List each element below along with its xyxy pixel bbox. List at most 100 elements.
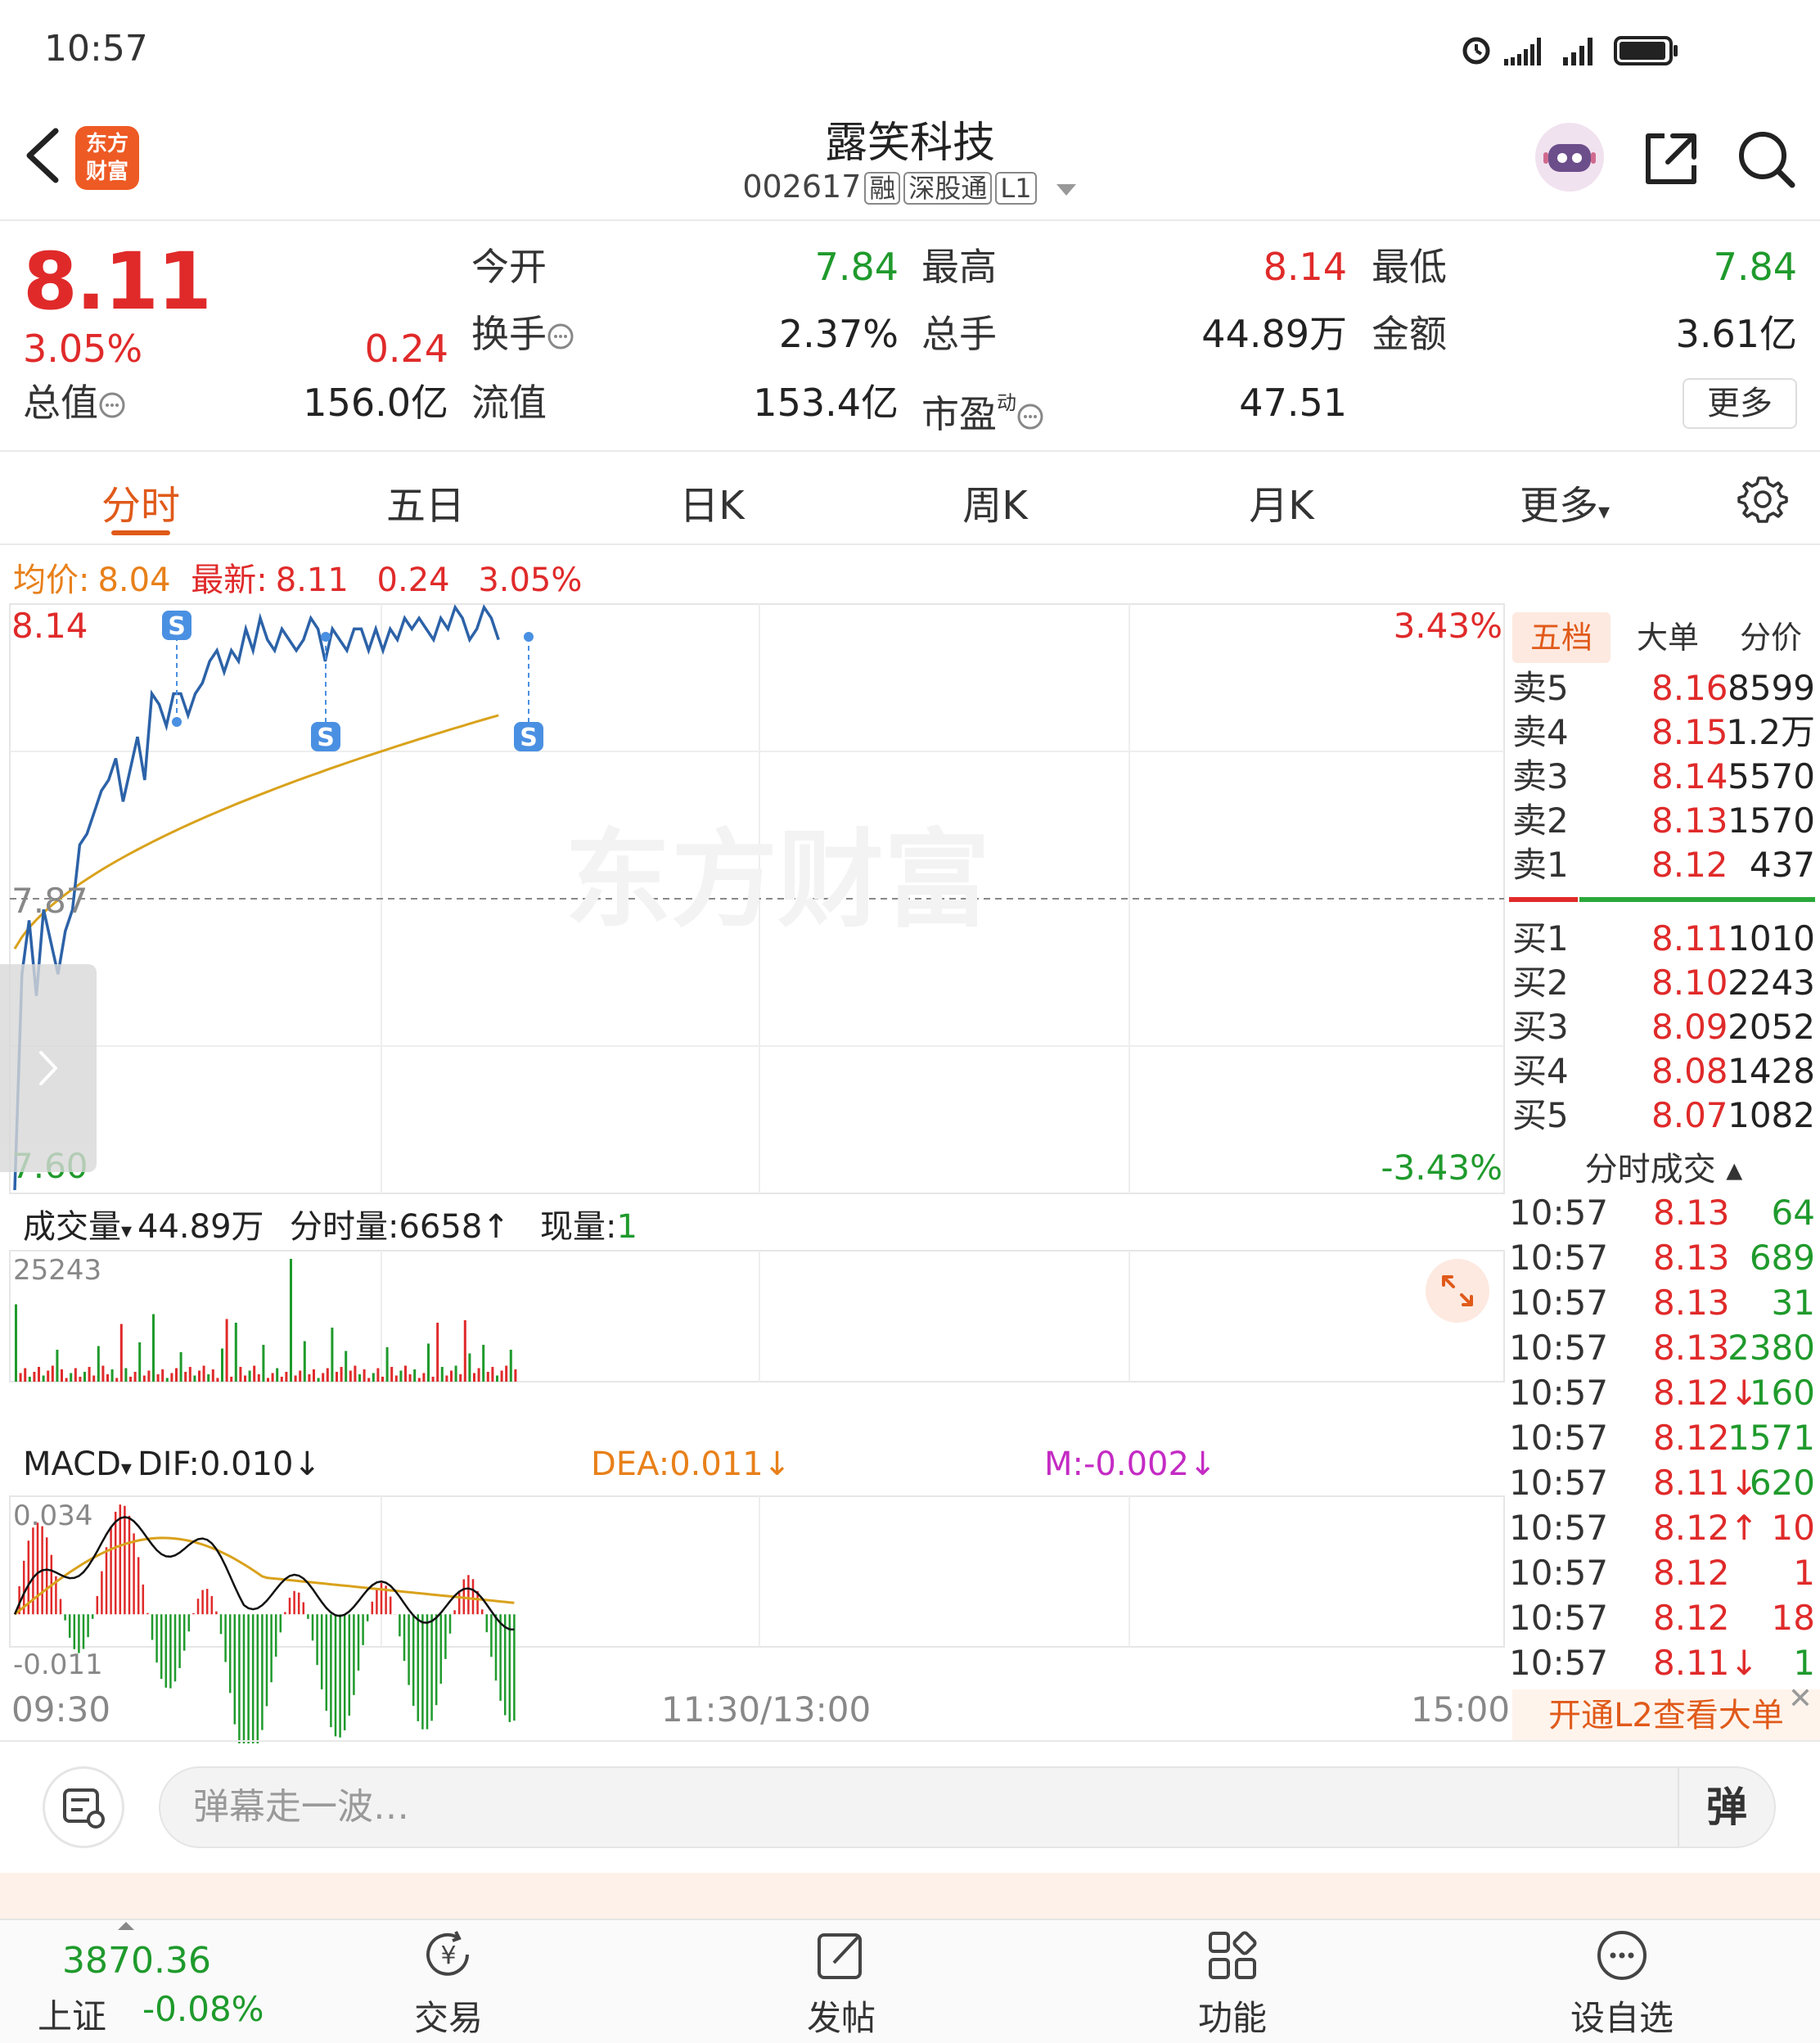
tab-month-k[interactable]: 月K [1200, 473, 1363, 530]
volume-bar [509, 1350, 512, 1382]
level-label: 卖2 [1512, 801, 1569, 841]
volume-bar [404, 1365, 407, 1382]
volume-bar [152, 1314, 155, 1382]
fullscreen-expand-icon[interactable] [1426, 1259, 1489, 1323]
side-expand-handle[interactable] [0, 964, 97, 1172]
bid-level[interactable]: 买3 8.09 2052 [1512, 1005, 1815, 1049]
chevron-up-icon[interactable] [116, 1920, 136, 1932]
l2-upgrade-link[interactable]: 开通L2查看大单 [1512, 1689, 1820, 1742]
volume-bar [390, 1367, 394, 1382]
pct-axis-low: -3.43% [1381, 1148, 1502, 1188]
trade-icon: ¥ [426, 1931, 469, 1976]
level-label: 卖5 [1512, 668, 1569, 708]
volume-bar [110, 1369, 114, 1382]
danmaku-send-button[interactable]: 弹 [1678, 1768, 1774, 1847]
close-icon[interactable]: ✕ [1784, 1683, 1817, 1716]
market-cap-label[interactable]: 总值 [23, 380, 126, 426]
market-cap: 156.0亿 [303, 381, 448, 425]
danmaku-list-icon[interactable] [43, 1766, 124, 1848]
tab-day-k[interactable]: 日K [630, 473, 794, 530]
tab-five-day[interactable]: 五日 [344, 473, 507, 530]
search-icon[interactable] [1735, 128, 1797, 190]
ask-level[interactable]: 卖4 8.15 1.2万 [1512, 710, 1815, 755]
index-change: -0.08% [142, 1989, 264, 2029]
divider [0, 543, 1820, 545]
nav-post[interactable]: 发帖 [759, 1925, 923, 2040]
volume-bar [156, 1374, 160, 1382]
level-volume: 1.2万 [1726, 712, 1815, 752]
ask-level[interactable]: 卖2 8.13 1570 [1512, 799, 1815, 843]
bid-level[interactable]: 买2 8.10 2243 [1512, 961, 1815, 1005]
level-label: 买1 [1512, 918, 1569, 958]
tick-price: 8.13 [1653, 1328, 1730, 1368]
tag-connect: 深股通 [903, 172, 993, 205]
intraday-chart[interactable]: 东方财富 S S S [0, 598, 1506, 1743]
dropdown-icon[interactable] [1055, 181, 1078, 197]
alarm-icon [1462, 37, 1490, 65]
nav-functions[interactable]: 功能 [1151, 1925, 1314, 2040]
nav-trade[interactable]: ¥ 交易 [367, 1925, 530, 2040]
tick-time: 10:57 [1509, 1238, 1609, 1278]
tick-volume: 620 [1749, 1463, 1815, 1503]
ask-level[interactable]: 卖3 8.14 5570 [1512, 755, 1815, 799]
volume-bar [119, 1324, 123, 1382]
volume-bar [42, 1375, 45, 1382]
volume-bar [322, 1373, 325, 1382]
bid-level[interactable]: 买4 8.08 1428 [1512, 1049, 1815, 1094]
dif-value: DIF:0.010↓ [137, 1445, 322, 1483]
amount-value: 3.61亿 [1675, 312, 1797, 356]
dea-value: DEA:0.011↓ [591, 1445, 791, 1483]
pe-label[interactable]: 市盈动 [921, 380, 1044, 437]
level-volume: 2243 [1728, 963, 1815, 1003]
volume-bar [450, 1370, 453, 1382]
share-icon[interactable] [1640, 128, 1702, 190]
volume-bar [408, 1374, 412, 1382]
tab-big-orders[interactable]: 大单 [1619, 612, 1717, 663]
volume-bar [477, 1368, 480, 1382]
volume-indicator-select[interactable]: 成交量▾ [23, 1200, 132, 1247]
ask-level[interactable]: 卖1 8.12 437 [1512, 843, 1815, 887]
ask-level[interactable]: 卖5 8.16 8599 [1512, 666, 1815, 710]
tick-price: 8.11↓ [1653, 1463, 1759, 1503]
volume-bar [202, 1365, 205, 1382]
volume-bar [230, 1377, 233, 1382]
level-volume: 437 [1749, 845, 1815, 885]
turnover-label[interactable]: 换手 [471, 311, 574, 357]
pe-value: 47.51 [1239, 381, 1347, 425]
level-volume: 1570 [1728, 801, 1815, 841]
more-dots-icon [1597, 1931, 1647, 1980]
tab-price-dist[interactable]: 分价 [1722, 612, 1820, 663]
price-info-line: 均价: 8.04 最新: 8.11 0.24 3.05% [13, 561, 583, 599]
tick-price: 8.11↓ [1653, 1643, 1759, 1683]
volume-bar [65, 1378, 68, 1382]
tab-week-k[interactable]: 周K [913, 473, 1077, 530]
nav-add-watchlist[interactable]: 设自选 [1540, 1925, 1704, 2040]
tick-time: 10:57 [1509, 1373, 1609, 1413]
tab-more[interactable]: 更多▾ [1483, 473, 1647, 530]
bid-level[interactable]: 买1 8.11 1010 [1512, 917, 1815, 961]
volume-bar [440, 1367, 444, 1382]
marker-dot [524, 632, 534, 642]
level-volume: 1082 [1728, 1095, 1815, 1135]
volume-bar [248, 1370, 251, 1382]
volume-bar [234, 1323, 237, 1382]
bid-level[interactable]: 买5 8.07 1082 [1512, 1094, 1815, 1138]
index-value[interactable]: 3870.36 [62, 1940, 211, 1982]
tab-five-levels[interactable]: 五档 [1512, 612, 1611, 663]
volume-bar [92, 1375, 96, 1382]
more-quote-button[interactable]: 更多 [1683, 378, 1797, 429]
high-label: 最高 [921, 245, 997, 289]
volume-bar [184, 1372, 187, 1382]
index-name[interactable]: 上证 [38, 1989, 106, 2039]
volume-bar [399, 1370, 403, 1382]
change-amount: 0.24 [364, 327, 448, 371]
macd-indicator-select[interactable]: MACD▾ [23, 1445, 132, 1483]
volume-bar [79, 1377, 82, 1382]
tab-fenshi[interactable]: 分时 [59, 473, 223, 530]
assistant-robot-icon[interactable] [1535, 123, 1604, 192]
tick-time: 10:57 [1509, 1328, 1609, 1368]
tick-trades-title[interactable]: 分时成交 ▴ [1512, 1143, 1815, 1190]
danmaku-input[interactable]: 弹幕走一波… [159, 1766, 1776, 1848]
gear-icon[interactable] [1737, 473, 1789, 525]
m-value: M:-0.002↓ [1044, 1445, 1217, 1483]
